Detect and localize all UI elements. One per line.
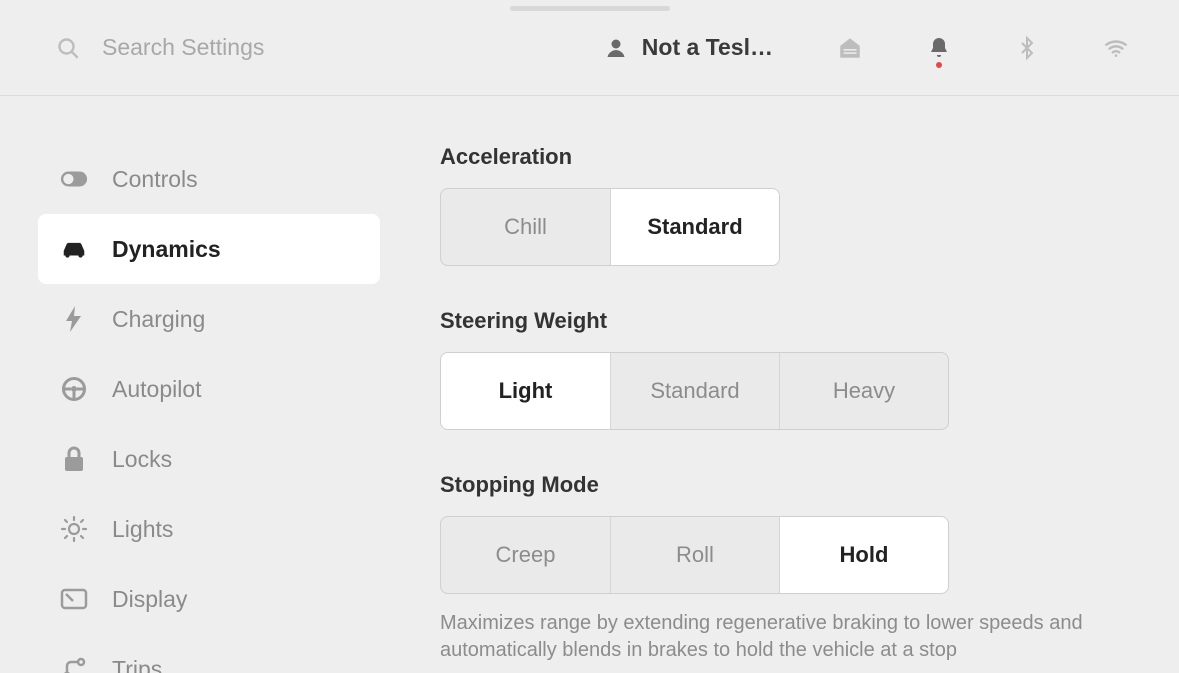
steering-segment: Light Standard Heavy	[440, 352, 949, 430]
stopping-option-creep[interactable]: Creep	[441, 517, 610, 593]
steering-option-light[interactable]: Light	[441, 353, 610, 429]
stopping-segment: Creep Roll Hold	[440, 516, 949, 594]
steering-title: Steering Weight	[440, 308, 1119, 334]
sidebar-item-label: Trips	[112, 656, 162, 673]
sidebar-item-autopilot[interactable]: Autopilot	[38, 354, 380, 424]
acceleration-option-chill[interactable]: Chill	[441, 189, 610, 265]
sidebar-item-label: Locks	[112, 446, 172, 473]
sidebar-item-label: Autopilot	[112, 376, 202, 403]
stopping-title: Stopping Mode	[440, 472, 1119, 498]
top-right-icons: Not a Tesl…	[604, 34, 1129, 61]
search-input[interactable]	[102, 34, 402, 61]
sidebar-item-locks[interactable]: Locks	[38, 424, 380, 494]
bluetooth-icon[interactable]	[1015, 36, 1039, 60]
sidebar-item-label: Charging	[112, 306, 205, 333]
steering-wheel-icon	[60, 376, 88, 402]
stopping-option-roll[interactable]: Roll	[610, 517, 779, 593]
top-bar: Not a Tesl…	[0, 0, 1179, 96]
sidebar-item-label: Controls	[112, 166, 198, 193]
lock-icon	[60, 446, 88, 472]
search-icon	[56, 36, 80, 60]
acceleration-section: Acceleration Chill Standard	[440, 144, 1119, 266]
sidebar-item-label: Display	[112, 586, 187, 613]
sidebar-item-charging[interactable]: Charging	[38, 284, 380, 354]
sidebar-item-trips[interactable]: Trips	[38, 634, 380, 673]
sidebar-item-label: Lights	[112, 516, 173, 543]
steering-section: Steering Weight Light Standard Heavy	[440, 308, 1119, 430]
acceleration-option-standard[interactable]: Standard	[610, 189, 779, 265]
acceleration-segment: Chill Standard	[440, 188, 780, 266]
bolt-icon	[60, 306, 88, 332]
body: Controls Dynamics Charging Autopilot Loc	[0, 96, 1179, 673]
notification-dot	[936, 62, 942, 68]
content-pane: Acceleration Chill Standard Steering Wei…	[400, 96, 1179, 673]
user-icon	[604, 36, 628, 60]
sidebar-item-display[interactable]: Display	[38, 564, 380, 634]
steering-option-heavy[interactable]: Heavy	[779, 353, 948, 429]
car-icon	[60, 239, 88, 259]
toggle-icon	[60, 170, 88, 188]
steering-option-standard[interactable]: Standard	[610, 353, 779, 429]
sidebar-item-lights[interactable]: Lights	[38, 494, 380, 564]
sidebar-item-label: Dynamics	[112, 236, 221, 263]
drag-handle[interactable]	[510, 6, 670, 11]
user-name: Not a Tesl…	[642, 34, 773, 61]
homelink-icon[interactable]	[837, 35, 863, 61]
search-area[interactable]	[56, 34, 604, 61]
stopping-description: Maximizes range by extending regenerativ…	[440, 610, 1119, 664]
stopping-section: Stopping Mode Creep Roll Hold Maximizes …	[440, 472, 1119, 664]
acceleration-title: Acceleration	[440, 144, 1119, 170]
route-icon	[60, 656, 88, 673]
sidebar: Controls Dynamics Charging Autopilot Loc	[0, 96, 400, 673]
user-profile[interactable]: Not a Tesl…	[604, 34, 773, 61]
sidebar-item-controls[interactable]: Controls	[38, 144, 380, 214]
sidebar-item-dynamics[interactable]: Dynamics	[38, 214, 380, 284]
display-icon	[60, 588, 88, 610]
wifi-icon[interactable]	[1103, 35, 1129, 61]
bell-icon[interactable]	[927, 36, 951, 60]
light-icon	[60, 515, 88, 543]
stopping-option-hold[interactable]: Hold	[779, 517, 948, 593]
